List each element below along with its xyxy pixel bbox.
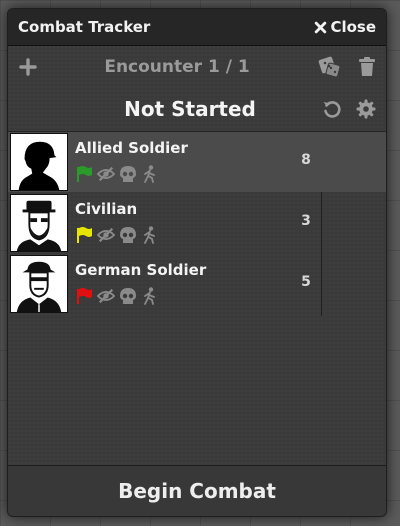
- delete-encounter-button[interactable]: [358, 57, 376, 77]
- skull-icon: [120, 288, 136, 304]
- window-title: Combat Tracker: [18, 18, 151, 36]
- trash-icon: [359, 57, 375, 76]
- combatant-name: Civilian: [75, 200, 138, 218]
- visibility-toggle[interactable]: [97, 226, 115, 244]
- flag-icon: [77, 166, 92, 182]
- defeated-toggle[interactable]: [119, 226, 137, 244]
- movement-toggle[interactable]: [141, 287, 159, 305]
- combatant-list: Allied Soldier 8 Civilian 3 German Soldi…: [8, 131, 386, 466]
- allied-soldier-silhouette-icon: [11, 134, 67, 190]
- avatar[interactable]: [10, 133, 68, 191]
- gear-icon: [356, 99, 376, 119]
- combatant-row-allied-soldier[interactable]: Allied Soldier 8: [8, 132, 386, 192]
- settings-button[interactable]: [356, 99, 376, 119]
- footer-bar: Begin Combat: [8, 465, 386, 516]
- walking-icon: [144, 287, 155, 305]
- begin-combat-button[interactable]: Begin Combat: [118, 479, 276, 503]
- status-bar: Not Started: [8, 89, 386, 129]
- combat-status: Not Started: [124, 97, 256, 121]
- plus-icon: [19, 58, 37, 76]
- combatant-row-civilian[interactable]: Civilian 3: [8, 193, 386, 253]
- civilian-portrait-icon: [11, 195, 67, 251]
- flag-icon: [77, 288, 92, 304]
- defeated-toggle[interactable]: [119, 287, 137, 305]
- initiative-value[interactable]: 3: [296, 213, 316, 229]
- german-soldier-portrait-icon: [11, 256, 67, 312]
- defeated-toggle[interactable]: [119, 165, 137, 183]
- combatant-name: German Soldier: [75, 261, 207, 279]
- visibility-toggle[interactable]: [97, 165, 115, 183]
- initiative-value[interactable]: 8: [296, 152, 316, 168]
- reset-button[interactable]: [322, 99, 342, 119]
- close-button[interactable]: Close: [314, 18, 376, 36]
- avatar[interactable]: [10, 255, 68, 313]
- window-titlebar[interactable]: Combat Tracker Close: [8, 9, 386, 46]
- initiative-value[interactable]: 5: [296, 274, 316, 290]
- combat-tracker-window: Combat Tracker Close Encounter 1 / 1 Not…: [7, 8, 387, 517]
- skull-icon: [120, 166, 136, 182]
- combatant-name: Allied Soldier: [75, 139, 188, 157]
- walking-icon: [144, 165, 155, 183]
- avatar[interactable]: [10, 194, 68, 252]
- roll-initiative-button[interactable]: [316, 55, 342, 79]
- undo-icon: [323, 101, 341, 118]
- skull-icon: [120, 227, 136, 243]
- movement-toggle[interactable]: [141, 165, 159, 183]
- flag-icon: [77, 227, 92, 243]
- combatant-controls: [75, 287, 159, 305]
- movement-toggle[interactable]: [141, 226, 159, 244]
- close-icon: [315, 21, 327, 33]
- combatant-row-german-soldier[interactable]: German Soldier 5: [8, 254, 386, 314]
- encounter-bar: Encounter 1 / 1: [8, 47, 386, 87]
- disposition-toggle[interactable]: [75, 165, 93, 183]
- combatant-controls: [75, 165, 159, 183]
- eye-slash-icon: [97, 227, 115, 243]
- dice-icon: [318, 56, 341, 78]
- add-encounter-button[interactable]: [18, 57, 38, 77]
- visibility-toggle[interactable]: [97, 287, 115, 305]
- encounter-label: Encounter 1 / 1: [104, 57, 250, 77]
- disposition-toggle[interactable]: [75, 287, 93, 305]
- walking-icon: [144, 226, 155, 244]
- eye-slash-icon: [97, 288, 115, 304]
- close-label: Close: [330, 18, 376, 36]
- eye-slash-icon: [97, 166, 115, 182]
- disposition-toggle[interactable]: [75, 226, 93, 244]
- combatant-controls: [75, 226, 159, 244]
